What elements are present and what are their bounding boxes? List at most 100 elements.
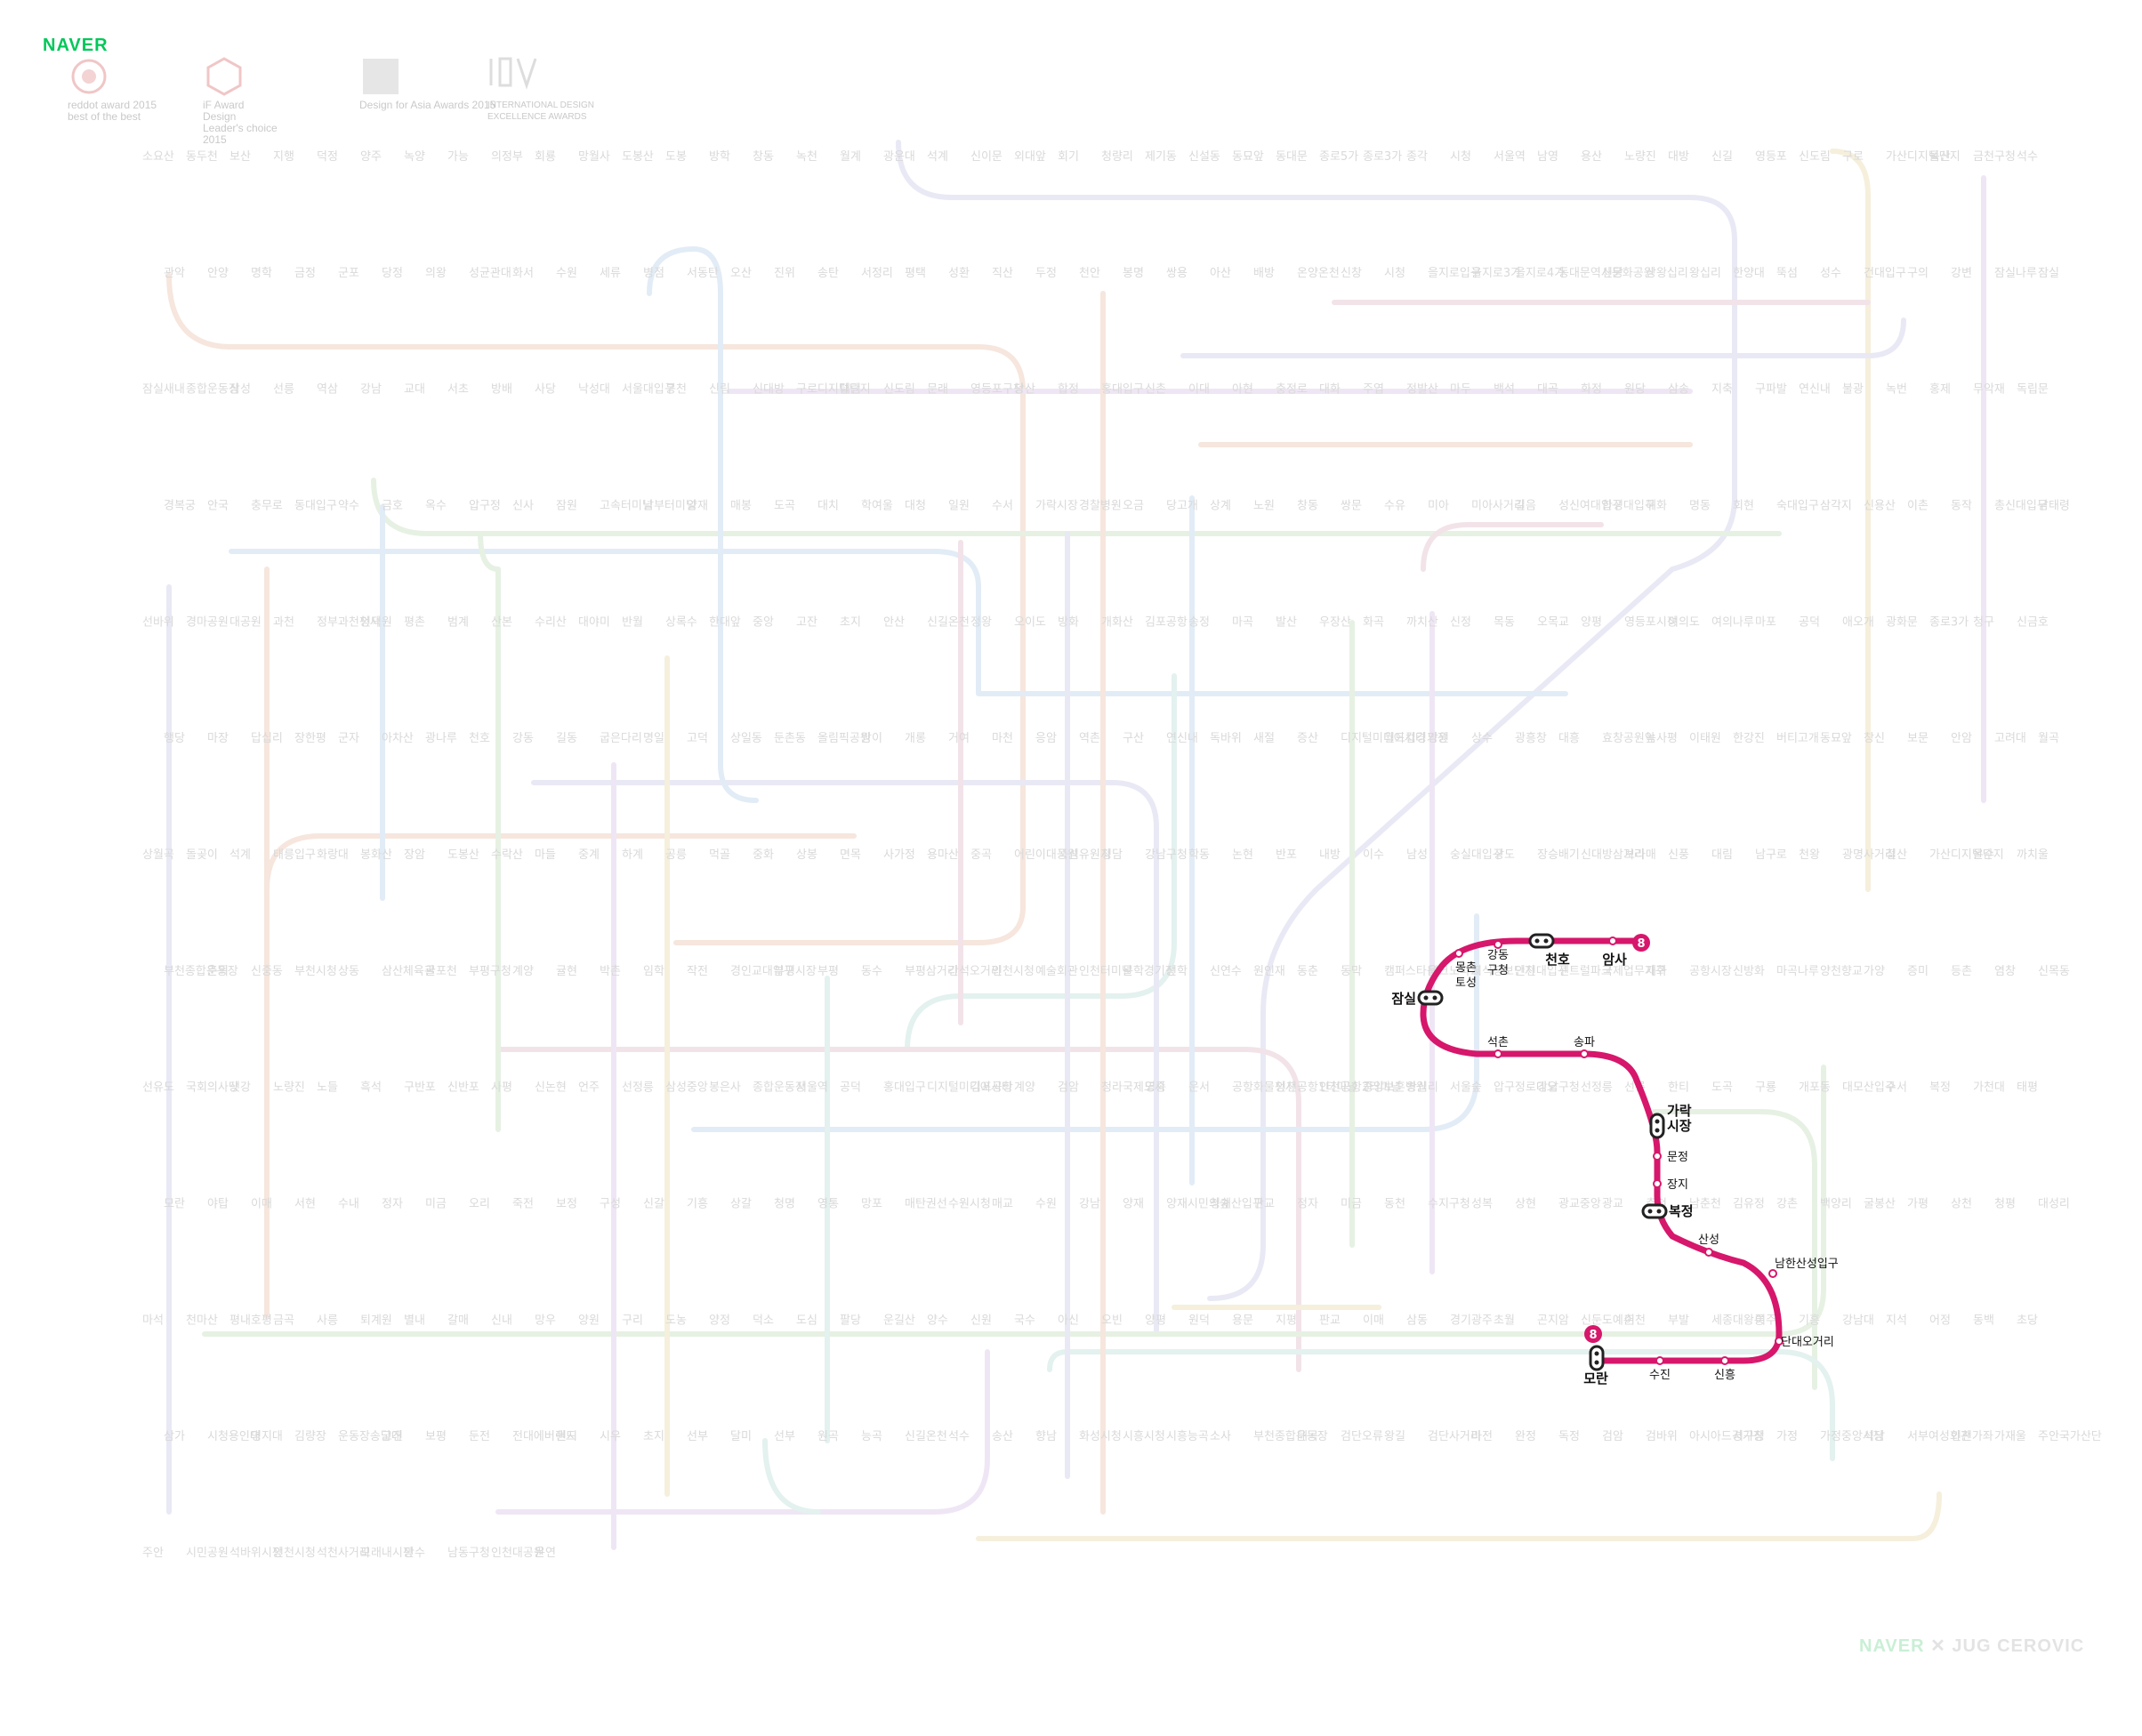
station-몽촌토성[interactable]: 몽촌 토성 — [1454, 949, 1477, 990]
faded-station-label: 백석 — [1494, 383, 1515, 397]
faded-station-label: 잠실나루 — [1994, 267, 2037, 280]
faded-station-label: 갈매 — [447, 1314, 469, 1327]
station-강동구청[interactable]: 강동 구청 — [1487, 940, 1509, 977]
faded-station-label: 잠실 — [2038, 267, 2059, 280]
faded-station-label: 양평 — [1145, 1314, 1166, 1327]
station-가락시장[interactable]: 가락 시장 — [1649, 1103, 1692, 1139]
faded-station-label: 연신내 — [1166, 732, 1198, 745]
line-8-badge: 8 — [1584, 1325, 1602, 1343]
faded-station-label: 마들 — [535, 848, 556, 862]
faded-station-label: 구성 — [600, 1198, 621, 1211]
faded-station-label: 구의 — [1907, 267, 1929, 280]
faded-station-label: 신길온천 — [905, 1430, 947, 1443]
faded-station-label: 고려대 — [1994, 732, 2026, 745]
station-marker — [1494, 1049, 1502, 1058]
faded-station-label: 먹골 — [709, 848, 730, 862]
faded-station-label: 신연수 — [1210, 965, 1242, 978]
faded-station-label: 별내 — [404, 1314, 425, 1327]
faded-station-label: 석계 — [230, 848, 251, 862]
line-8-badge-number: 8 — [1637, 937, 1645, 951]
faded-station-label: 작전 — [687, 965, 708, 978]
faded-station-label: 공덕 — [840, 1081, 861, 1095]
faded-station-label: 부평시장 — [774, 965, 817, 978]
station-marker — [1768, 1269, 1777, 1278]
faded-station-label: 서정리 — [861, 267, 893, 280]
faded-station-label: 신창 — [1341, 267, 1362, 280]
faded-station-label: 독립문 — [2017, 383, 2049, 397]
transfer-dot — [1647, 1209, 1653, 1214]
faded-station-label: 개화산 — [1101, 615, 1133, 629]
station-복정[interactable]: 복정 — [1641, 1203, 1694, 1219]
transfer-dot — [1543, 938, 1549, 944]
faded-station-label: 대곡 — [1297, 1430, 1318, 1443]
faded-station-label: 시우 — [600, 1430, 621, 1443]
station-잠실[interactable]: 잠실 — [1391, 990, 1444, 1007]
faded-station-label: 구리 — [622, 1314, 643, 1327]
faded-station-label: 용문 — [1232, 1314, 1253, 1327]
faded-station-label: 가능 — [447, 150, 469, 164]
faded-station-label: 여주 — [1755, 1314, 1776, 1327]
faded-station-label: 광나루 — [425, 732, 457, 745]
faded-station-label: 구파발 — [1755, 383, 1787, 397]
faded-station-label: 이대 — [1188, 383, 1210, 397]
faded-station-label: 양천향교 — [1820, 965, 1863, 978]
faded-station-label: 복정 — [1929, 1081, 1951, 1095]
faded-station-label: 원인재 — [1253, 965, 1285, 978]
faded-line-path — [166, 273, 1026, 945]
faded-station-label: 화성시청 — [1079, 1430, 1122, 1443]
faded-station-label: 세류 — [600, 267, 621, 280]
faded-station-label: 어정 — [1929, 1314, 1951, 1327]
faded-station-label: 퇴계원 — [360, 1314, 392, 1327]
faded-station-label: 김포공항 — [1145, 615, 1188, 629]
faded-station-label: 운연 — [535, 1547, 556, 1560]
reddot-award: reddot award 2015 best of the best — [68, 55, 157, 123]
faded-station-label: 화정 — [1581, 383, 1602, 397]
transfer-dot — [1534, 938, 1540, 944]
station-marker — [1653, 1179, 1662, 1188]
faded-station-label: 검암 — [1602, 1430, 1623, 1443]
faded-station-label: 독정 — [1558, 1430, 1580, 1443]
faded-station-label: 무악재 — [1973, 383, 2005, 397]
faded-station-label: 반포 — [1276, 848, 1297, 862]
station-단대오거리[interactable]: 단대오거리 — [1775, 1336, 1834, 1349]
faded-station-label: 수원 — [1035, 1198, 1057, 1211]
faded-station-label: 고진 — [382, 1430, 403, 1443]
transfer-dot — [1423, 995, 1429, 1001]
faded-station-label: 대야미 — [578, 615, 610, 629]
transfer-dot — [1594, 1351, 1599, 1356]
faded-station-label: 쌍용 — [1166, 267, 1188, 280]
faded-station-label: 상도 — [1494, 848, 1515, 862]
faded-station-label: 도봉산 — [447, 848, 479, 862]
faded-line-path — [264, 833, 857, 892]
faded-station-label: 창동 — [1297, 500, 1318, 513]
faded-station-label: 가평 — [1907, 1198, 1929, 1211]
faded-station-label: 면목 — [840, 848, 861, 862]
faded-station-label: 초지 — [840, 615, 861, 629]
faded-station-label: 신당 — [1602, 267, 1623, 280]
faded-station-label: 마두 — [1450, 383, 1471, 397]
transfer-dot — [1594, 1360, 1599, 1365]
faded-station-label: 철산 — [1886, 848, 1907, 862]
faded-station-label: 염창 — [1994, 965, 2016, 978]
faded-station-label: 신촌 — [1145, 383, 1166, 397]
faded-station-label: 양원 — [578, 1314, 600, 1327]
faded-station-label: 가천대 — [1973, 1081, 2005, 1095]
faded-station-label: 노량진 — [1624, 150, 1656, 164]
faded-station-label: 마천 — [992, 732, 1013, 745]
faded-station-label: 성복 — [1471, 1198, 1493, 1211]
faded-station-label: 개포동 — [1799, 1081, 1831, 1095]
transfer-dot — [1656, 1209, 1662, 1214]
reddot-icon — [71, 59, 107, 94]
line-8-badge-number: 8 — [1589, 1329, 1597, 1342]
faded-station-label: 을지로4가 — [1515, 267, 1565, 280]
dfa-icon — [363, 59, 399, 94]
faded-background-lines — [166, 140, 1986, 1550]
faded-station-label: 애오개 — [1842, 615, 1874, 629]
faded-station-label: 정자 — [1297, 1198, 1318, 1211]
faded-station-label: 과천 — [273, 615, 294, 629]
faded-station-label: 상천 — [1951, 1198, 1972, 1211]
faded-station-label: 군자 — [338, 732, 359, 745]
faded-station-label: 회기 — [1058, 150, 1079, 164]
faded-station-label: 녹사평 — [1646, 732, 1678, 745]
station-남한산성입구[interactable]: 남한산성입구 — [1768, 1258, 1839, 1278]
